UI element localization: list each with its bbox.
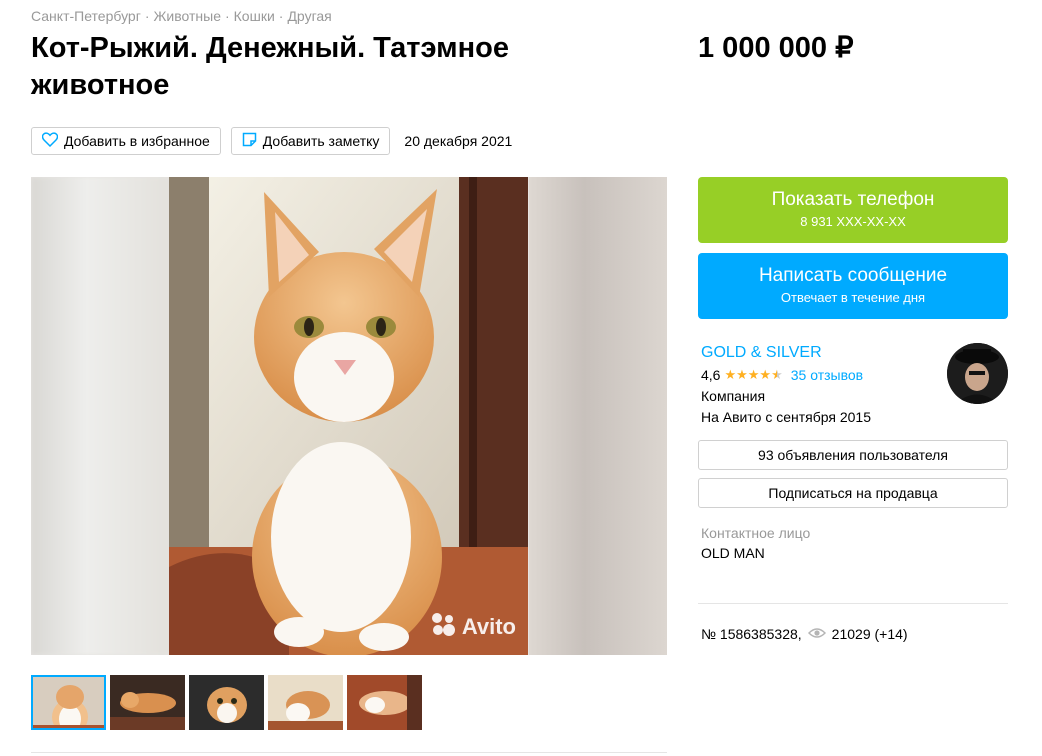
divider — [698, 603, 1008, 604]
thumbnail[interactable] — [347, 675, 422, 730]
thumbnail-strip — [31, 675, 422, 730]
subscribe-seller-button[interactable]: Подписаться на продавца — [698, 478, 1008, 508]
breadcrumb-separator: · — [144, 8, 150, 24]
breadcrumb-item-cats[interactable]: Кошки — [234, 8, 275, 24]
listing-id: № 1586385328, — [701, 626, 802, 642]
seller-since: На Авито с сентября 2015 — [701, 409, 871, 425]
response-time: Отвечает в течение дня — [780, 290, 926, 305]
gallery-blur-right — [529, 177, 667, 655]
avito-watermark-text: Avito — [461, 614, 516, 639]
contact-person-name: OLD MAN — [701, 545, 765, 561]
add-favorite-button[interactable]: Добавить в избранное — [31, 127, 221, 155]
price: 1 000 000 ₽ — [698, 32, 854, 64]
heart-icon — [41, 132, 59, 150]
thumbnail[interactable] — [31, 675, 106, 730]
seller-listings-button[interactable]: 93 объявления пользователя — [698, 440, 1008, 470]
show-phone-label: Показать телефон — [771, 189, 935, 210]
gallery-blur-left — [31, 177, 169, 655]
divider — [31, 752, 667, 753]
eye-icon — [807, 626, 826, 642]
write-message-button[interactable]: Написать сообщение Отвечает в течение дн… — [698, 253, 1008, 319]
rating-stars-icon: ★★★★★ — [724, 367, 783, 382]
thumbnail[interactable] — [268, 675, 343, 730]
avito-watermark: Avito — [430, 611, 516, 643]
listing-actions: Добавить в избранное Добавить заметку 20… — [31, 127, 512, 155]
contact-person-label: Контактное лицо — [701, 525, 811, 541]
breadcrumb-item-other[interactable]: Другая — [287, 8, 331, 24]
add-favorite-label: Добавить в избранное — [64, 133, 210, 149]
write-message-label: Написать сообщение — [758, 265, 948, 286]
add-note-button[interactable]: Добавить заметку — [230, 127, 391, 155]
thumbnail[interactable] — [189, 675, 264, 730]
reviews-link[interactable]: 35 отзывов — [791, 367, 863, 383]
avatar[interactable] — [947, 343, 1008, 404]
breadcrumb-item-animals[interactable]: Животные — [153, 8, 221, 24]
avito-logo-icon — [430, 611, 456, 643]
cat-photo-image — [169, 177, 528, 655]
breadcrumb-item-city[interactable]: Санкт-Петербург — [31, 8, 141, 24]
view-count: 21029 (+14) — [831, 626, 908, 642]
breadcrumb-separator: · — [278, 8, 284, 24]
photo-gallery[interactable]: Avito — [31, 177, 667, 655]
rating-value: 4,6 — [701, 367, 721, 383]
listing-date: 20 декабря 2021 — [404, 133, 513, 149]
thumbnail[interactable] — [110, 675, 185, 730]
main-photo[interactable]: Avito — [169, 177, 528, 655]
masked-phone: 8 931 XXX-XX-XX — [800, 214, 906, 229]
page-title: Кот-Рыжий. Денежный. Татэмное животное — [31, 32, 509, 101]
add-note-label: Добавить заметку — [262, 133, 380, 149]
note-icon — [242, 132, 257, 150]
listing-meta: № 1586385328, 21029 (+14) — [701, 626, 908, 642]
breadcrumb: Санкт-Петербург · Животные · Кошки · Другая — [31, 8, 332, 24]
show-phone-button[interactable]: Показать телефон 8 931 XXX-XX-XX — [698, 177, 1008, 243]
breadcrumb-separator: · — [224, 8, 230, 24]
